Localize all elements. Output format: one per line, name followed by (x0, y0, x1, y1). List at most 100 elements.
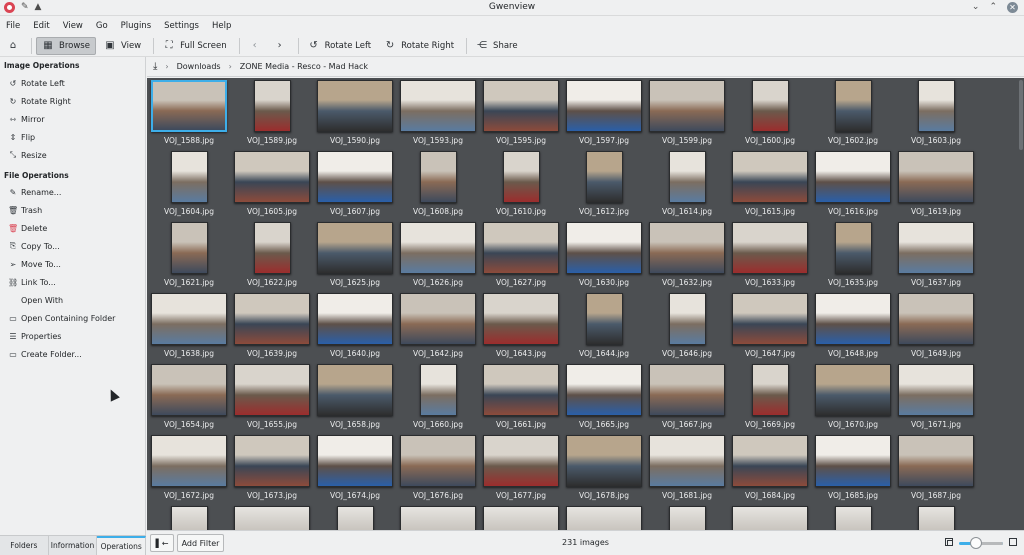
photo-thumbnail[interactable] (566, 435, 642, 487)
share-button[interactable]: ⋲ Share (471, 37, 523, 55)
download-icon[interactable]: ⤓ (153, 61, 157, 72)
photo-thumbnail[interactable] (815, 151, 891, 203)
thumbnail-item[interactable]: VOJ_1643.jpg (480, 291, 562, 362)
sidebar-toggle-button[interactable]: ▌← (150, 534, 174, 552)
tab-folders[interactable]: Folders (0, 536, 49, 555)
thumbnail-item[interactable]: VOJ_1621.jpg (148, 220, 230, 291)
photo-thumbnail[interactable] (483, 80, 559, 132)
photo-thumbnail[interactable] (151, 80, 227, 132)
thumbnail-item[interactable]: VOJ_1604.jpg (148, 149, 230, 220)
photo-thumbnail[interactable] (170, 222, 208, 274)
photo-thumbnail[interactable] (317, 293, 393, 345)
menu-settings[interactable]: Settings (164, 21, 199, 31)
thumbnail-item[interactable]: VOJ_1607.jpg (314, 149, 396, 220)
op-delete[interactable]: 🗑 Delete (8, 221, 47, 235)
photo-thumbnail[interactable] (898, 293, 974, 345)
thumbnail-item[interactable]: VOJ_1687.jpg (895, 433, 977, 504)
thumbnail-item[interactable]: VOJ_1605.jpg (231, 149, 313, 220)
photo-thumbnail[interactable] (751, 80, 789, 132)
thumbnail-item[interactable]: VOJ_1640.jpg (314, 291, 396, 362)
photo-thumbnail[interactable] (483, 364, 559, 416)
thumbnail-item[interactable]: VOJ_1649.jpg (895, 291, 977, 362)
photo-thumbnail[interactable] (317, 364, 393, 416)
thumbnail-item[interactable]: VOJ_1655.jpg (231, 362, 313, 433)
thumbnail-item-partial[interactable] (148, 504, 230, 530)
rotate-right-button[interactable]: ↻ Rotate Right (379, 37, 459, 55)
photo-thumbnail[interactable] (483, 506, 559, 530)
zoom-out-icon[interactable] (945, 538, 953, 546)
thumbnail-item[interactable]: VOJ_1670.jpg (812, 362, 894, 433)
thumbnail-item[interactable]: VOJ_1635.jpg (812, 220, 894, 291)
thumbnail-item[interactable]: VOJ_1597.jpg (563, 78, 645, 149)
menu-help[interactable]: Help (212, 21, 231, 31)
thumbnail-item[interactable]: VOJ_1681.jpg (646, 433, 728, 504)
photo-thumbnail[interactable] (566, 222, 642, 274)
photo-thumbnail[interactable] (751, 364, 789, 416)
thumbnail-item[interactable]: VOJ_1627.jpg (480, 220, 562, 291)
photo-thumbnail[interactable] (917, 506, 955, 530)
thumbnail-item-partial[interactable] (646, 504, 728, 530)
thumbnail-item[interactable]: VOJ_1673.jpg (231, 433, 313, 504)
thumbnail-item[interactable]: VOJ_1602.jpg (812, 78, 894, 149)
thumbnail-item[interactable]: VOJ_1672.jpg (148, 433, 230, 504)
menu-edit[interactable]: Edit (33, 21, 49, 31)
op-rename[interactable]: ✎ Rename... (8, 185, 62, 199)
photo-thumbnail[interactable] (400, 293, 476, 345)
thumbnail-item[interactable]: VOJ_1642.jpg (397, 291, 479, 362)
tab-information[interactable]: Information (49, 536, 98, 555)
thumbnail-item[interactable]: VOJ_1677.jpg (480, 433, 562, 504)
thumbnail-item[interactable]: VOJ_1614.jpg (646, 149, 728, 220)
photo-thumbnail[interactable] (483, 435, 559, 487)
op-resize[interactable]: ⤡ Resize (8, 148, 47, 162)
op-mirror[interactable]: ⇿ Mirror (8, 112, 45, 126)
photo-thumbnail[interactable] (317, 222, 393, 274)
photo-thumbnail[interactable] (649, 80, 725, 132)
photo-thumbnail[interactable] (732, 435, 808, 487)
thumbnail-item[interactable]: VOJ_1595.jpg (480, 78, 562, 149)
thumbnail-item-partial[interactable] (314, 504, 396, 530)
photo-thumbnail[interactable] (732, 506, 808, 530)
thumbnail-item-partial[interactable] (480, 504, 562, 530)
scrollbar[interactable] (1018, 78, 1024, 530)
photo-thumbnail[interactable] (400, 80, 476, 132)
close-icon[interactable]: ✕ (1007, 2, 1018, 13)
thumbnail-item[interactable]: VOJ_1622.jpg (231, 220, 313, 291)
photo-thumbnail[interactable] (317, 151, 393, 203)
thumbnail-item[interactable]: VOJ_1665.jpg (563, 362, 645, 433)
view-button[interactable]: ▣ View (99, 37, 146, 55)
thumbnail-item[interactable]: VOJ_1632.jpg (646, 220, 728, 291)
thumbnail-item[interactable]: VOJ_1639.jpg (231, 291, 313, 362)
photo-thumbnail[interactable] (234, 293, 310, 345)
thumbnail-item[interactable]: VOJ_1588.jpg (148, 78, 230, 149)
zoom-slider-handle[interactable] (970, 537, 982, 549)
thumbnail-item[interactable]: VOJ_1669.jpg (729, 362, 811, 433)
photo-thumbnail[interactable] (815, 293, 891, 345)
photo-thumbnail[interactable] (898, 222, 974, 274)
photo-thumbnail[interactable] (234, 364, 310, 416)
photo-thumbnail[interactable] (834, 506, 872, 530)
thumbnail-item[interactable]: VOJ_1671.jpg (895, 362, 977, 433)
home-button[interactable]: ⌂ (2, 37, 24, 55)
photo-thumbnail[interactable] (898, 364, 974, 416)
photo-thumbnail[interactable] (317, 80, 393, 132)
photo-thumbnail[interactable] (649, 222, 725, 274)
photo-thumbnail[interactable] (566, 80, 642, 132)
full-screen-button[interactable]: ⛶ Full Screen (158, 37, 231, 55)
photo-thumbnail[interactable] (668, 293, 706, 345)
photo-thumbnail[interactable] (151, 435, 227, 487)
photo-thumbnail[interactable] (585, 293, 623, 345)
photo-thumbnail[interactable] (419, 364, 457, 416)
photo-thumbnail[interactable] (649, 435, 725, 487)
photo-thumbnail[interactable] (400, 435, 476, 487)
next-button[interactable]: › (269, 37, 291, 55)
photo-thumbnail[interactable] (151, 293, 227, 345)
op-open-with[interactable]: Open With (8, 293, 63, 307)
menu-plugins[interactable]: Plugins (121, 21, 151, 31)
previous-button[interactable]: ‹ (244, 37, 266, 55)
photo-thumbnail[interactable] (649, 364, 725, 416)
thumbnail-item[interactable]: VOJ_1633.jpg (729, 220, 811, 291)
photo-thumbnail[interactable] (898, 435, 974, 487)
thumbnail-item[interactable]: VOJ_1637.jpg (895, 220, 977, 291)
photo-thumbnail[interactable] (668, 506, 706, 530)
photo-thumbnail[interactable] (668, 151, 706, 203)
